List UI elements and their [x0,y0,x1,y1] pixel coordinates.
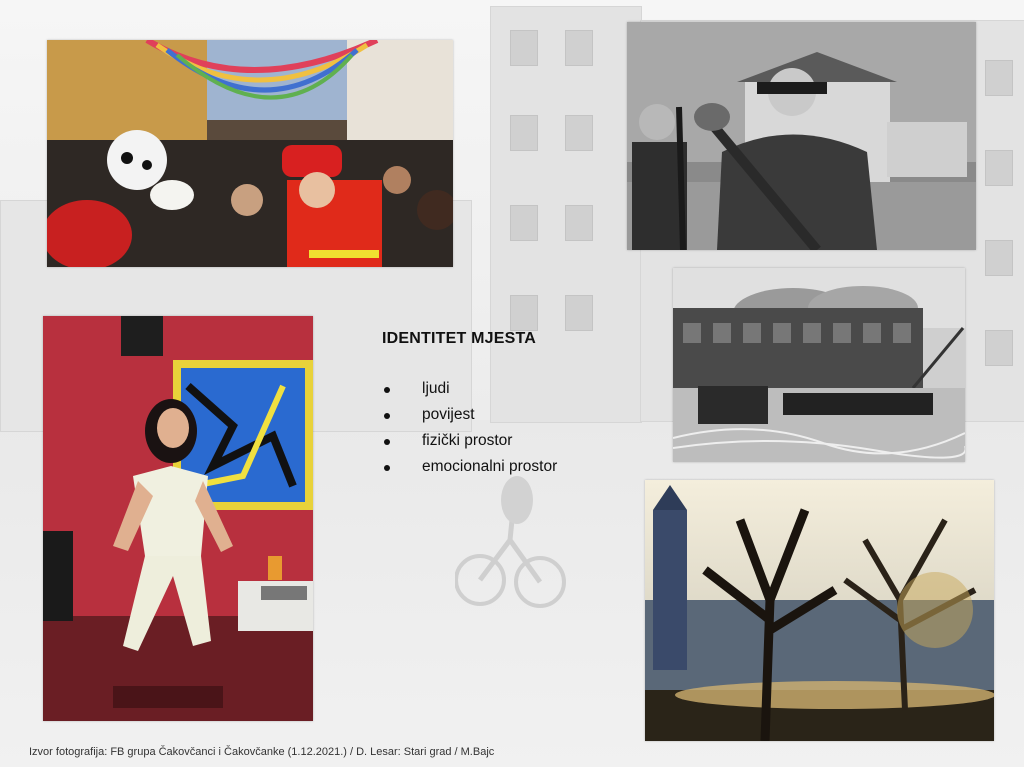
woman-dancing-photo [43,316,313,721]
bullet-list: ljudi povijest fizički prostor emocional… [382,378,622,482]
carnival-crowd-photo [47,40,453,267]
bullet-item: ljudi [382,378,622,404]
castle-trees-sunset-photo [645,480,994,741]
bullet-icon [384,387,390,393]
bullet-label: ljudi [422,380,450,397]
photo-source-caption: Izvor fotografija: FB grupa Čakovčanci i… [29,746,495,758]
slide-title: IDENTITET MJESTA [382,330,537,347]
bullet-icon [384,413,390,419]
bullet-label: fizički prostor [422,432,513,449]
bullet-label: emocionalni prostor [422,458,558,475]
bullet-item: emocionalni prostor [382,456,622,482]
firemen-with-hose-bw-photo [627,22,976,250]
bullet-label: povijest [422,406,475,423]
bullet-item: fizički prostor [382,430,622,456]
cyclist-silhouette [455,476,566,608]
slide-text-block: IDENTITET MJESTA ljudi povijest fizički … [382,330,622,482]
bullet-icon [384,465,390,471]
burning-building-bw-photo [673,268,965,462]
bullet-icon [384,439,390,445]
bullet-item: povijest [382,404,622,430]
